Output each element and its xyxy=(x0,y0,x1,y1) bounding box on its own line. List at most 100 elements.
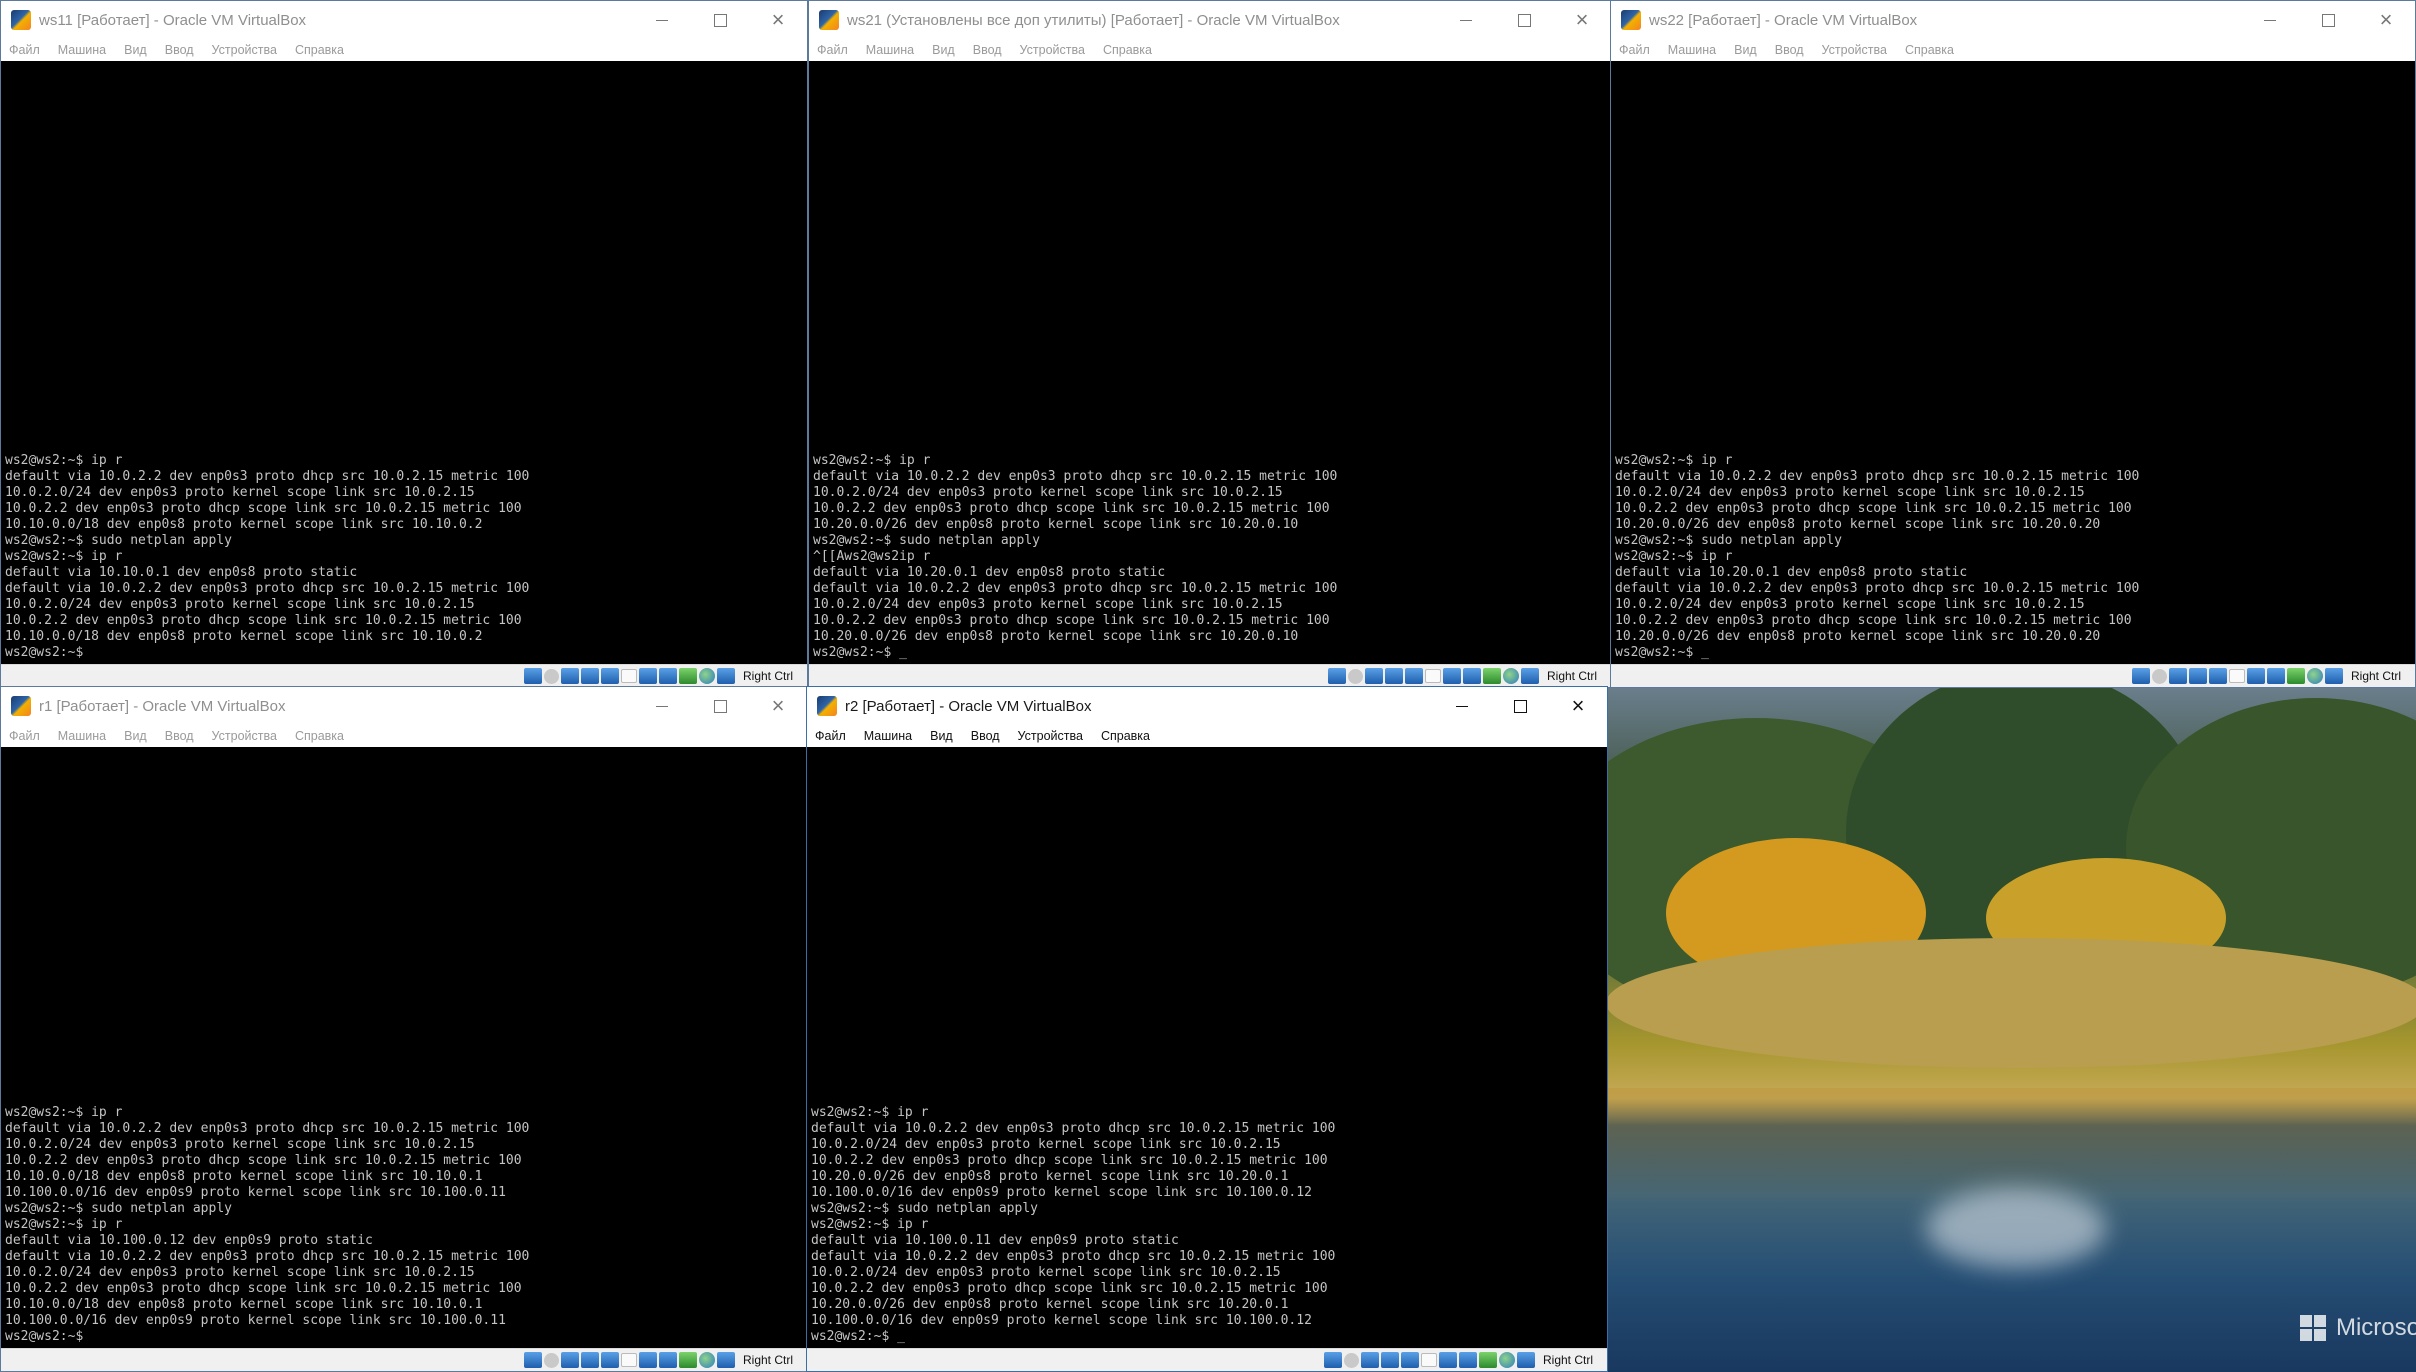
menu-file[interactable]: Файл xyxy=(9,729,40,743)
minimize-button[interactable] xyxy=(633,1,691,39)
menu-input[interactable]: Ввод xyxy=(973,43,1002,57)
window-titlebar[interactable]: ws22 [Работает] - Oracle VM VirtualBox × xyxy=(1611,1,2415,39)
recording-icon[interactable] xyxy=(658,668,677,684)
hard-disk-icon[interactable] xyxy=(1343,1352,1359,1368)
menu-file[interactable]: Файл xyxy=(815,729,846,743)
recording-icon[interactable] xyxy=(1458,1352,1477,1368)
cpu-icon[interactable] xyxy=(2286,668,2305,684)
vm-window-r2[interactable]: r2 [Работает] - Oracle VM VirtualBox × Ф… xyxy=(806,686,1608,1372)
mouse-integration-icon[interactable] xyxy=(2306,668,2323,684)
display-icon[interactable] xyxy=(1438,1352,1457,1368)
hard-disk-icon[interactable] xyxy=(543,1352,559,1368)
vm-console[interactable]: ws2@ws2:~$ ip r default via 10.0.2.2 dev… xyxy=(1611,61,2415,665)
menu-devices[interactable]: Устройства xyxy=(212,729,277,743)
menu-help[interactable]: Справка xyxy=(1905,43,1954,57)
menu-devices[interactable]: Устройства xyxy=(1822,43,1887,57)
vm-window-r1[interactable]: r1 [Работает] - Oracle VM VirtualBox × Ф… xyxy=(0,686,808,1372)
display-icon[interactable] xyxy=(2246,668,2265,684)
optical-drive-icon[interactable] xyxy=(523,1352,542,1368)
menu-help[interactable]: Справка xyxy=(295,729,344,743)
network-icon[interactable] xyxy=(580,668,599,684)
menu-machine[interactable]: Машина xyxy=(1668,43,1716,57)
window-titlebar[interactable]: ws21 (Установлены все доп утилиты) [Рабо… xyxy=(809,1,1611,39)
menu-view[interactable]: Вид xyxy=(932,43,955,57)
close-button[interactable]: × xyxy=(2357,1,2415,39)
menu-view[interactable]: Вид xyxy=(1734,43,1757,57)
maximize-button[interactable] xyxy=(2299,1,2357,39)
hard-disk-icon[interactable] xyxy=(1347,668,1363,684)
shared-folders-icon[interactable] xyxy=(620,1353,637,1367)
menu-view[interactable]: Вид xyxy=(930,729,953,743)
shared-folders-icon[interactable] xyxy=(620,669,637,683)
minimize-button[interactable] xyxy=(1437,1,1495,39)
vm-console[interactable]: ws2@ws2:~$ ip r default via 10.0.2.2 dev… xyxy=(1,61,807,665)
shared-folders-icon[interactable] xyxy=(1424,669,1441,683)
usb-icon[interactable] xyxy=(1404,668,1423,684)
network-icon[interactable] xyxy=(580,1352,599,1368)
vm-console[interactable]: ws2@ws2:~$ ip r default via 10.0.2.2 dev… xyxy=(1,747,807,1349)
menu-devices[interactable]: Устройства xyxy=(212,43,277,57)
keyboard-capture-icon[interactable] xyxy=(716,1352,735,1368)
mouse-integration-icon[interactable] xyxy=(1502,668,1519,684)
menu-file[interactable]: Файл xyxy=(9,43,40,57)
optical-drive-icon[interactable] xyxy=(523,668,542,684)
keyboard-capture-icon[interactable] xyxy=(716,668,735,684)
menu-input[interactable]: Ввод xyxy=(971,729,1000,743)
menu-file[interactable]: Файл xyxy=(1619,43,1650,57)
menu-input[interactable]: Ввод xyxy=(1775,43,1804,57)
close-button[interactable]: × xyxy=(1553,1,1611,39)
menu-help[interactable]: Справка xyxy=(295,43,344,57)
usb-icon[interactable] xyxy=(600,668,619,684)
menu-help[interactable]: Справка xyxy=(1101,729,1150,743)
display-icon[interactable] xyxy=(638,668,657,684)
display-icon[interactable] xyxy=(638,1352,657,1368)
mouse-integration-icon[interactable] xyxy=(698,1352,715,1368)
maximize-button[interactable] xyxy=(1491,687,1549,725)
audio-icon[interactable] xyxy=(560,668,579,684)
menu-view[interactable]: Вид xyxy=(124,729,147,743)
maximize-button[interactable] xyxy=(1495,1,1553,39)
menu-file[interactable]: Файл xyxy=(817,43,848,57)
network-icon[interactable] xyxy=(1384,668,1403,684)
optical-drive-icon[interactable] xyxy=(2131,668,2150,684)
usb-icon[interactable] xyxy=(2208,668,2227,684)
minimize-button[interactable] xyxy=(1433,687,1491,725)
menu-machine[interactable]: Машина xyxy=(866,43,914,57)
menu-machine[interactable]: Машина xyxy=(864,729,912,743)
shared-folders-icon[interactable] xyxy=(2228,669,2245,683)
hard-disk-icon[interactable] xyxy=(2151,668,2167,684)
cpu-icon[interactable] xyxy=(678,668,697,684)
menu-input[interactable]: Ввод xyxy=(165,729,194,743)
menu-machine[interactable]: Машина xyxy=(58,729,106,743)
optical-drive-icon[interactable] xyxy=(1323,1352,1342,1368)
audio-icon[interactable] xyxy=(2168,668,2187,684)
recording-icon[interactable] xyxy=(2266,668,2285,684)
vm-window-ws21[interactable]: ws21 (Установлены все доп утилиты) [Рабо… xyxy=(808,0,1612,688)
minimize-button[interactable] xyxy=(633,687,691,725)
recording-icon[interactable] xyxy=(1462,668,1481,684)
optical-drive-icon[interactable] xyxy=(1327,668,1346,684)
network-icon[interactable] xyxy=(2188,668,2207,684)
audio-icon[interactable] xyxy=(560,1352,579,1368)
menu-machine[interactable]: Машина xyxy=(58,43,106,57)
vm-console[interactable]: ws2@ws2:~$ ip r default via 10.0.2.2 dev… xyxy=(807,747,1607,1349)
keyboard-capture-icon[interactable] xyxy=(1520,668,1539,684)
window-titlebar[interactable]: r2 [Работает] - Oracle VM VirtualBox × xyxy=(807,687,1607,725)
shared-folders-icon[interactable] xyxy=(1420,1353,1437,1367)
audio-icon[interactable] xyxy=(1364,668,1383,684)
cpu-icon[interactable] xyxy=(678,1352,697,1368)
maximize-button[interactable] xyxy=(691,1,749,39)
menu-devices[interactable]: Устройства xyxy=(1020,43,1085,57)
cpu-icon[interactable] xyxy=(1478,1352,1497,1368)
keyboard-capture-icon[interactable] xyxy=(2324,668,2343,684)
cpu-icon[interactable] xyxy=(1482,668,1501,684)
window-titlebar[interactable]: ws11 [Работает] - Oracle VM VirtualBox × xyxy=(1,1,807,39)
close-button[interactable]: × xyxy=(1549,687,1607,725)
mouse-integration-icon[interactable] xyxy=(1498,1352,1515,1368)
keyboard-capture-icon[interactable] xyxy=(1516,1352,1535,1368)
minimize-button[interactable] xyxy=(2241,1,2299,39)
close-button[interactable]: × xyxy=(749,1,807,39)
vm-window-ws11[interactable]: ws11 [Работает] - Oracle VM VirtualBox ×… xyxy=(0,0,808,688)
menu-view[interactable]: Вид xyxy=(124,43,147,57)
network-icon[interactable] xyxy=(1380,1352,1399,1368)
